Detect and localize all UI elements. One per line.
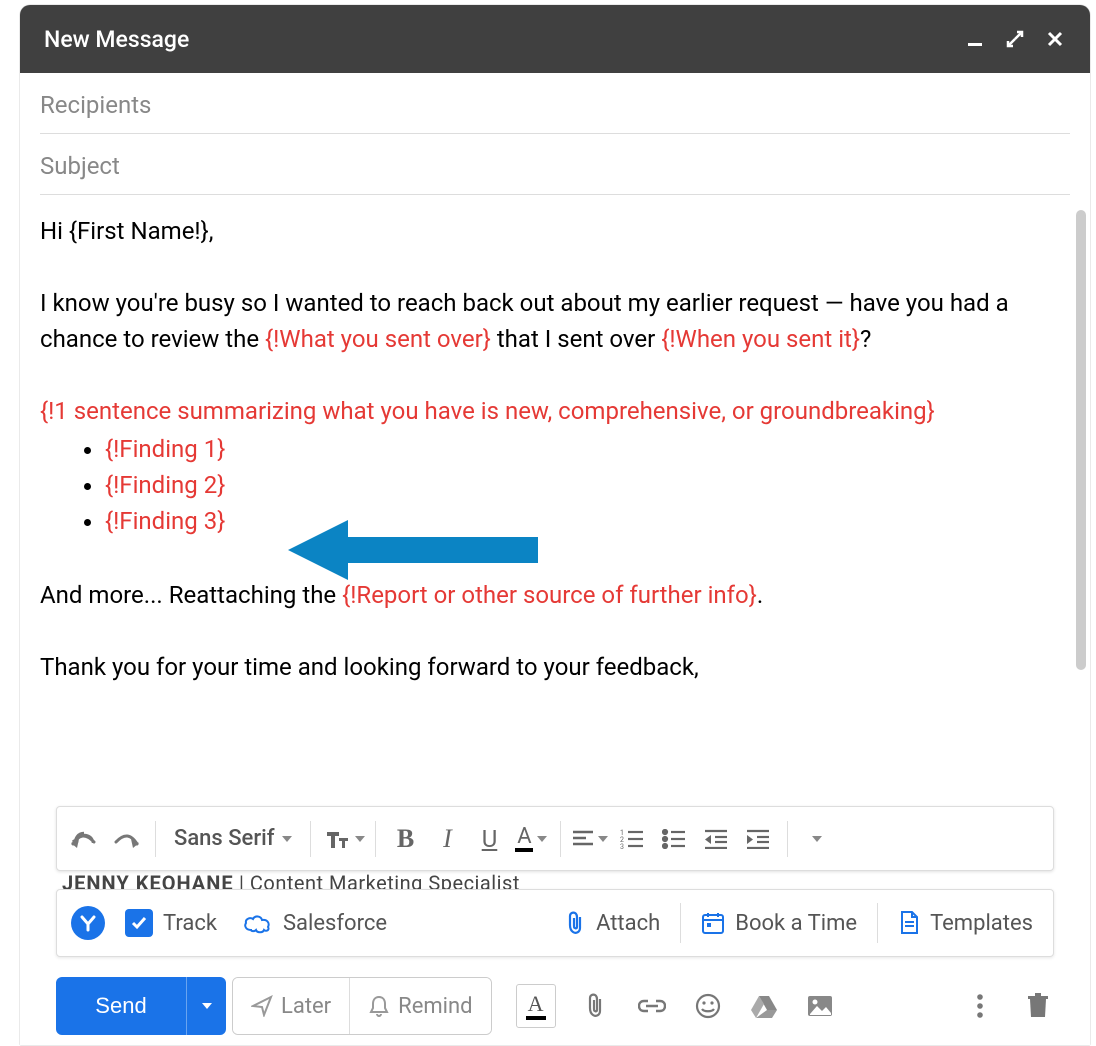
text: Hi: [40, 217, 69, 245]
italic-button[interactable]: I: [428, 818, 466, 860]
remind-label: Remind: [398, 994, 472, 1019]
chevron-down-icon: [282, 836, 292, 842]
numbered-list-button[interactable]: 123: [613, 818, 651, 860]
close-icon[interactable]: [1044, 28, 1066, 50]
bold-button[interactable]: B: [386, 818, 424, 860]
send-button[interactable]: Send: [56, 977, 186, 1035]
minimize-icon[interactable]: [964, 28, 986, 50]
merge-token: {!1 sentence summarizing what you have i…: [40, 397, 935, 425]
book-label: Book a Time: [735, 911, 857, 936]
merge-token: {First Name!}: [69, 217, 209, 245]
text: And more... Reattaching the: [40, 581, 342, 609]
discard-draft-button[interactable]: [1022, 990, 1054, 1022]
window-header: New Message: [20, 5, 1090, 73]
font-family-select[interactable]: Sans Serif: [166, 818, 300, 860]
merge-token: {!Finding 2}: [105, 471, 225, 499]
findings-list: {!Finding 1} {!Finding 2} {!Finding 3}: [40, 431, 1070, 539]
format-toolbar: Sans Serif B I U A 123: [56, 806, 1054, 871]
calendar-icon: [701, 911, 725, 935]
scrollbar[interactable]: [1076, 210, 1086, 670]
insert-image-button[interactable]: [804, 990, 836, 1022]
window-title: New Message: [44, 26, 964, 53]
recipients-field[interactable]: Recipients: [40, 73, 1070, 134]
chevron-down-icon: [537, 836, 547, 842]
message-body[interactable]: Hi {First Name!}, I know you're busy so …: [20, 195, 1090, 775]
send-later-button[interactable]: Later: [233, 978, 349, 1034]
indent-more-button[interactable]: [739, 818, 777, 860]
chevron-down-icon: [598, 836, 608, 842]
more-options-button[interactable]: [964, 990, 996, 1022]
insert-link-button[interactable]: [636, 990, 668, 1022]
list-item: {!Finding 2}: [105, 467, 1070, 503]
track-label: Track: [163, 911, 217, 936]
svg-text:3: 3: [620, 843, 624, 849]
attach-file-button[interactable]: [580, 990, 612, 1022]
track-toggle[interactable]: Track: [119, 898, 223, 948]
indent-less-button[interactable]: [697, 818, 735, 860]
attach-label: Attach: [596, 911, 660, 936]
expand-icon[interactable]: [1004, 28, 1026, 50]
later-label: Later: [281, 994, 331, 1019]
more-formatting-button[interactable]: [798, 818, 836, 860]
merge-token: {!Finding 1}: [105, 435, 225, 463]
remind-button[interactable]: Remind: [350, 978, 490, 1034]
salesforce-label: Salesforce: [283, 911, 387, 936]
text: ?: [860, 325, 871, 353]
bullet-list-button[interactable]: [655, 818, 693, 860]
text-color-button[interactable]: A: [512, 818, 550, 860]
bell-icon: [368, 994, 390, 1018]
chevron-down-icon: [202, 1003, 212, 1009]
document-icon: [898, 910, 920, 936]
cloud-icon: [243, 912, 273, 934]
merge-token: {!What you sent over}: [265, 325, 491, 353]
insert-drive-button[interactable]: [748, 990, 780, 1022]
send-icon: [251, 995, 273, 1017]
font-family-label: Sans Serif: [174, 826, 274, 851]
checkbox-checked-icon: [125, 909, 153, 937]
chevron-down-icon: [812, 836, 822, 842]
merge-token: {!Finding 3}: [105, 507, 225, 535]
list-item: {!Finding 3}: [105, 503, 1070, 539]
text: .: [757, 581, 763, 609]
extension-toolbar: Track Salesforce Attach Book a Time Temp…: [56, 889, 1054, 957]
salesforce-button[interactable]: Salesforce: [237, 898, 393, 948]
redo-button[interactable]: [107, 818, 145, 860]
merge-token: {!When you sent it}: [661, 325, 860, 353]
compose-window: New Message Recipients Subject Hi: [20, 5, 1090, 1045]
bottom-action-bar: Send Later Remind A: [56, 977, 1054, 1035]
underline-button[interactable]: U: [470, 818, 508, 860]
templates-button[interactable]: Templates: [892, 898, 1039, 948]
insert-emoji-button[interactable]: [692, 990, 724, 1022]
book-time-button[interactable]: Book a Time: [695, 898, 863, 948]
paperclip-icon: [564, 910, 586, 936]
text: ,: [209, 217, 214, 245]
text: that I sent over: [491, 325, 661, 353]
list-item: {!Finding 1}: [105, 431, 1070, 467]
undo-button[interactable]: [65, 818, 103, 860]
font-size-select[interactable]: [321, 818, 365, 860]
merge-token: {!Report or other source of further info…: [342, 581, 757, 609]
subject-field[interactable]: Subject: [40, 134, 1070, 195]
formatting-options-button[interactable]: A: [516, 984, 556, 1028]
subject-placeholder: Subject: [40, 152, 120, 180]
send-options-button[interactable]: [186, 977, 226, 1035]
attach-button[interactable]: Attach: [558, 898, 666, 948]
templates-label: Templates: [930, 911, 1033, 936]
text: Thank you for your time and looking forw…: [40, 653, 699, 681]
chevron-down-icon: [355, 836, 365, 842]
align-button[interactable]: [571, 818, 609, 860]
yesware-logo-icon[interactable]: [71, 906, 105, 940]
recipients-placeholder: Recipients: [40, 91, 151, 119]
